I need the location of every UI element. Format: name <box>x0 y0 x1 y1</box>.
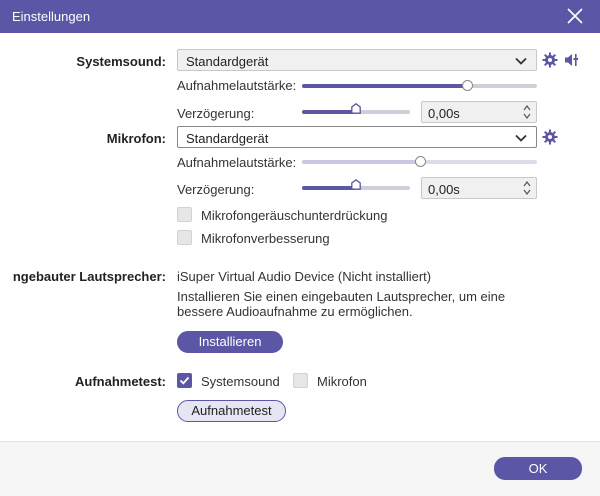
stepper-arrows-icon[interactable] <box>522 179 532 197</box>
systemsound-label: Systemsound: <box>76 54 166 69</box>
dialog-footer: OK <box>0 441 600 496</box>
test-mikrofon-checkbox[interactable] <box>293 373 308 388</box>
systemsound-device-select[interactable]: Standardgerät <box>177 49 537 71</box>
builtin-speaker-label: ngebauter Lautsprecher: <box>12 269 166 284</box>
mikrofon-label: Mikrofon: <box>106 131 166 146</box>
slider-fill <box>302 186 356 190</box>
chevron-down-icon <box>515 134 527 142</box>
test-systemsound-checkbox[interactable] <box>177 373 192 388</box>
noise-suppression-checkbox[interactable] <box>177 207 192 222</box>
speaker-description-line2: bessere Audioaufnahme zu ermöglichen. <box>177 304 413 319</box>
mikrofon-gear-icon[interactable] <box>542 129 558 145</box>
speaker-description-line1: Installieren Sie einen eingebauten Lauts… <box>177 289 506 304</box>
systemsound-gear-icon[interactable] <box>542 52 558 68</box>
slider-thumb[interactable] <box>351 179 361 190</box>
systemsound-device-value: Standardgerät <box>186 54 269 69</box>
test-mikrofon-label: Mikrofon <box>317 374 367 389</box>
mic-enhance-checkbox[interactable] <box>177 230 192 245</box>
systemsound-delay-slider[interactable] <box>302 103 410 114</box>
mikrofon-delay-value: 0,00s <box>428 182 460 197</box>
window-title: Einstellungen <box>12 9 91 24</box>
settings-body: Systemsound: Standardgerät Aufnahmelauts… <box>0 33 600 441</box>
stepper-arrows-icon[interactable] <box>522 103 532 121</box>
slider-fill <box>302 160 420 164</box>
systemsound-volume-label: Aufnahmelautstärke: <box>177 78 297 93</box>
systemsound-volume-slider[interactable] <box>302 80 537 91</box>
slider-fill <box>302 110 356 114</box>
mic-enhance-label: Mikrofonverbesserung <box>201 231 330 246</box>
speaker-status: iSuper Virtual Audio Device (Nicht insta… <box>177 269 432 284</box>
slider-thumb[interactable] <box>351 103 361 114</box>
ok-button[interactable]: OK <box>494 457 582 480</box>
chevron-down-icon <box>515 57 527 65</box>
systemsound-delay-value: 0,00s <box>428 106 460 121</box>
mikrofon-device-select[interactable]: Standardgerät <box>177 126 537 148</box>
recording-test-label: Aufnahmetest: <box>74 374 166 389</box>
slider-thumb[interactable] <box>461 80 473 91</box>
checkmark-icon <box>179 376 190 385</box>
mikrofon-delay-label: Verzögerung: <box>177 182 255 197</box>
install-button[interactable]: Installieren <box>177 331 283 353</box>
mikrofon-delay-slider[interactable] <box>302 179 410 190</box>
close-icon[interactable] <box>566 7 584 25</box>
speaker-mixer-icon[interactable] <box>564 52 580 68</box>
test-systemsound-label: Systemsound <box>201 374 280 389</box>
slider-thumb[interactable] <box>414 156 426 167</box>
slider-fill <box>302 84 467 88</box>
mikrofon-device-value: Standardgerät <box>186 131 269 146</box>
systemsound-delay-label: Verzögerung: <box>177 106 255 121</box>
mikrofon-volume-slider[interactable] <box>302 156 537 167</box>
mikrofon-volume-label: Aufnahmelautstärke: <box>177 155 297 170</box>
mikrofon-delay-stepper[interactable]: 0,00s <box>421 177 537 199</box>
noise-suppression-label: Mikrofongeräuschunterdrückung <box>201 208 388 223</box>
systemsound-delay-stepper[interactable]: 0,00s <box>421 101 537 123</box>
title-bar: Einstellungen <box>0 0 600 33</box>
recording-test-button[interactable]: Aufnahmetest <box>177 400 286 422</box>
